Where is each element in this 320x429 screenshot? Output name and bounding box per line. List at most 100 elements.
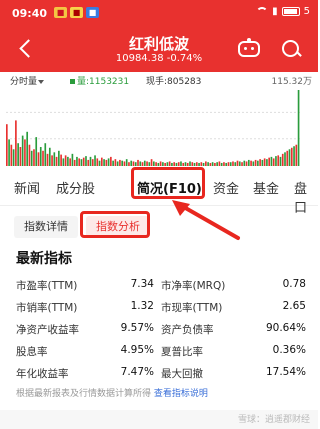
volume-bar	[193, 162, 196, 166]
volume-bar	[6, 124, 8, 166]
metric-label: 净资产收益率	[16, 324, 79, 336]
volume-bar	[177, 162, 180, 166]
volume-bar	[105, 159, 108, 166]
volume-bar	[195, 162, 198, 166]
volume-bar	[137, 159, 139, 166]
volume-bar	[110, 156, 112, 166]
volume-bar	[171, 162, 173, 166]
volume-bar	[266, 159, 268, 166]
volume-bar	[146, 161, 148, 166]
volume-bar	[250, 160, 252, 166]
volume-bar	[284, 152, 286, 166]
battery-level: 5	[303, 6, 310, 17]
tab-fund[interactable]: 基金	[253, 178, 279, 197]
volume-bar	[15, 120, 17, 166]
volume-chart[interactable]	[6, 86, 300, 166]
metric-row: 股息率 4.95% 夏普比率 0.36%	[16, 340, 306, 362]
volume-bar	[51, 155, 53, 166]
volume-bar	[166, 162, 169, 166]
volume-bar	[134, 162, 137, 166]
volume-bar	[241, 162, 243, 166]
app-icon-1: ■	[54, 7, 67, 18]
volume-bar	[263, 158, 266, 166]
tab-constituents[interactable]: 成分股	[56, 178, 95, 197]
volume-bar	[103, 159, 105, 166]
volume-bar	[162, 162, 164, 166]
volume-bar	[182, 162, 185, 166]
volume-bar	[232, 161, 234, 166]
tab-funds[interactable]: 资金	[213, 178, 239, 197]
volume-bar	[39, 147, 42, 166]
volume-bar	[214, 162, 216, 166]
volume-bar	[157, 162, 160, 166]
volume-bar	[53, 152, 56, 166]
volume-bar	[78, 158, 81, 166]
page-title: 红利低波	[128, 35, 189, 53]
volume-bar	[225, 162, 228, 166]
volume-bar	[290, 147, 293, 166]
volume-bar	[85, 156, 87, 166]
volume-bar	[261, 159, 264, 166]
status-bar: 09:40 ■ ■ ■ ▮ 5	[0, 0, 318, 26]
robot-icon[interactable]	[238, 38, 260, 58]
volume-bar	[143, 160, 146, 166]
volume-bar	[259, 159, 261, 166]
volume-bar	[286, 150, 289, 166]
volume-bar	[238, 161, 241, 166]
volume-bar	[26, 131, 29, 166]
metric-value: 7.47%	[120, 366, 154, 378]
metric-label: 市销率(TTM)	[16, 302, 78, 314]
metrics-table: 市盈率(TTM) 7.34 市净率(MRQ) 0.78 市销率(TTM) 1.3…	[16, 274, 306, 384]
volume-bar	[191, 162, 194, 166]
volume-bar	[202, 162, 205, 166]
caret-down-icon	[38, 79, 45, 84]
volume-bar	[89, 156, 92, 166]
volume-bar	[48, 147, 51, 166]
metric-label: 市现率(TTM)	[161, 302, 223, 314]
search-icon[interactable]	[280, 38, 302, 60]
metric-label: 资产负债率	[161, 324, 214, 336]
volume-bar	[8, 139, 10, 166]
volume-bar	[128, 162, 130, 166]
app-icon-2: ■	[70, 7, 83, 18]
volume-bar	[58, 150, 60, 166]
header: 红利低波 10984.38 -0.74%	[0, 26, 318, 72]
volume-bar	[155, 162, 157, 166]
volume-bar	[236, 160, 239, 166]
footnote-text: 根据最新报表及行情数据计算所得	[16, 389, 152, 399]
volume-bar	[216, 162, 218, 166]
volume-bar	[123, 161, 126, 166]
tab-news[interactable]: 新闻	[14, 178, 40, 197]
volume-bar	[243, 160, 246, 166]
volume-bar	[153, 161, 155, 166]
volume-bar	[28, 144, 31, 166]
volume-bar	[227, 162, 230, 166]
metric-value: 0.78	[282, 278, 306, 290]
volume-bar	[218, 161, 221, 166]
volume-bar	[200, 162, 203, 166]
metric-label: 夏普比率	[161, 346, 203, 358]
volume-bar	[198, 162, 200, 166]
footnote: 根据最新报表及行情数据计算所得 查看指标说明	[16, 386, 208, 399]
volume-bar	[281, 153, 284, 166]
wifi-icon	[256, 7, 269, 16]
battery-icon	[281, 7, 300, 16]
volume-bar	[87, 159, 90, 166]
indicator-explanation-link[interactable]: 查看指标说明	[154, 389, 208, 399]
metric-row: 市销率(TTM) 1.32 市现率(TTM) 2.65	[16, 296, 306, 318]
volume-bar	[44, 143, 47, 166]
volume-bar	[96, 158, 99, 166]
volume-bar	[257, 160, 259, 166]
volume-bar	[141, 162, 144, 166]
subtab-index-detail[interactable]: 指数详情	[14, 216, 78, 238]
volume-bar	[159, 161, 162, 166]
volume-bar	[293, 146, 295, 166]
volume-bar	[220, 162, 223, 166]
volume-bar	[275, 156, 277, 166]
volume-bar	[114, 159, 117, 166]
metric-label: 市盈率(TTM)	[16, 280, 78, 292]
subtab-bar: 指数详情 指数分析	[0, 208, 318, 244]
metric-value: 1.32	[130, 300, 154, 312]
status-time: 09:40	[12, 7, 48, 20]
volume-bar	[42, 150, 44, 166]
